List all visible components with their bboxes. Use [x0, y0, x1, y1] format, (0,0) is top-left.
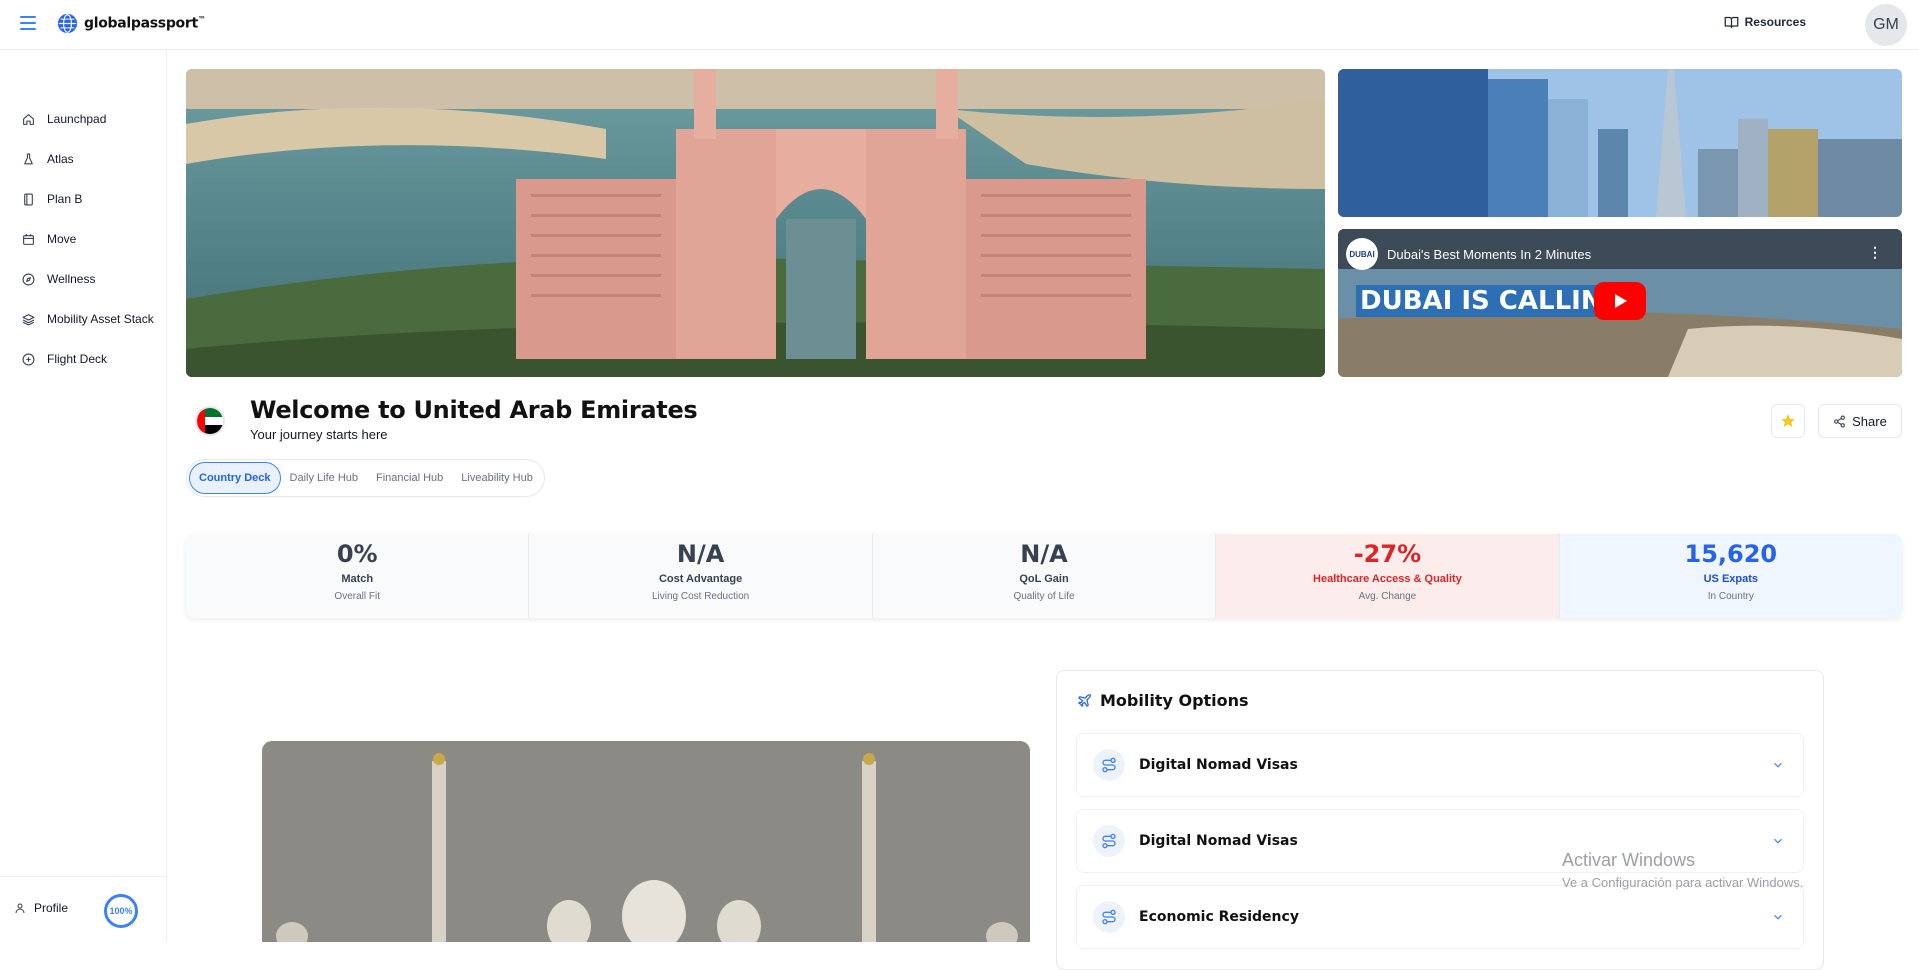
stat-value: N/A — [1020, 540, 1068, 568]
chevron-down-icon[interactable] — [1771, 758, 1785, 772]
uae-flag-icon — [195, 406, 225, 436]
mobility-header: Mobility Options — [1077, 691, 1249, 710]
sidebar-item-label: Wellness — [47, 272, 96, 286]
sidebar-item-flight-deck[interactable]: Flight Deck — [0, 345, 166, 373]
sidebar-footer: Profile 100% — [0, 876, 166, 942]
stat-label: Cost Advantage — [658, 573, 743, 585]
stat-value: -27% — [1353, 540, 1422, 568]
user-icon — [15, 903, 25, 914]
stats-strip: 0% Match Overall Fit N/A Cost Advantage … — [186, 534, 1902, 618]
stat-value: 0% — [336, 540, 378, 568]
play-icon — [1615, 294, 1627, 308]
stat-qol-gain: N/A QoL Gain Quality of Life — [872, 534, 1217, 618]
route-icon — [1093, 825, 1125, 857]
tab-liveability-hub[interactable]: Liveability Hub — [452, 462, 542, 494]
sidebar-item-label: Mobility Asset Stack — [47, 312, 154, 326]
page-subtitle: Your journey starts here — [250, 427, 388, 442]
video-embed[interactable]: DUBAI Dubai's Best Moments In 2 Minutes … — [1338, 229, 1902, 377]
option-label: Digital Nomad Visas — [1139, 757, 1298, 773]
tab-financial-hub[interactable]: Financial Hub — [367, 462, 452, 494]
share-icon — [1834, 415, 1846, 427]
stat-sub: Overall Fit — [334, 591, 380, 602]
sidebar-item-label: Move — [47, 232, 77, 246]
option-label: Digital Nomad Visas — [1139, 833, 1298, 849]
chevron-down-icon[interactable] — [1771, 834, 1785, 848]
profile-link[interactable]: Profile — [14, 901, 68, 915]
windows-activation-watermark: Activar Windows Ve a Configuración para … — [1562, 850, 1803, 890]
sidebar-item-wellness[interactable]: Wellness — [0, 265, 166, 293]
mobility-option[interactable]: Economic Residency — [1076, 885, 1804, 949]
logo-text: globalpassport™ — [84, 15, 206, 32]
mosque-image — [262, 741, 1030, 942]
calendar-icon — [23, 233, 34, 245]
avatar[interactable]: GM — [1865, 4, 1907, 46]
profile-progress-ring: 100% — [104, 894, 138, 928]
resources-button[interactable]: Resources — [1724, 15, 1806, 29]
sidebar-item-atlas[interactable]: Atlas — [0, 145, 166, 173]
plus-circle-icon — [22, 353, 35, 365]
star-icon — [1781, 414, 1795, 427]
favorite-button[interactable] — [1771, 404, 1805, 438]
tab-country-deck[interactable]: Country Deck — [189, 462, 281, 494]
top-bar: globalpassport™ Resources GM — [0, 0, 1919, 50]
sidebar-item-mobility-asset-stack[interactable]: Mobility Asset Stack — [0, 305, 166, 333]
mobility-title: Mobility Options — [1100, 691, 1249, 710]
stat-sub: Living Cost Reduction — [651, 591, 750, 602]
video-title[interactable]: Dubai's Best Moments In 2 Minutes — [1387, 247, 1591, 262]
hero-image — [186, 69, 1325, 377]
globe-logo-icon — [57, 13, 78, 34]
watermark-title: Activar Windows — [1562, 850, 1696, 870]
profile-label: Profile — [34, 901, 69, 915]
sidebar-item-launchpad[interactable]: Launchpad — [0, 105, 166, 133]
stat-value: N/A — [676, 540, 725, 568]
stat-label: Match — [341, 573, 374, 585]
stat-sub: Quality of Life — [1013, 591, 1075, 602]
menu-icon[interactable] — [20, 16, 36, 30]
stat-match: 0% Match Overall Fit — [186, 534, 530, 618]
stat-label: QoL Gain — [1019, 573, 1069, 585]
hub-tabs: Country Deck Daily Life Hub Financial Hu… — [186, 459, 545, 497]
sidebar-item-label: Plan B — [47, 192, 83, 206]
home-icon — [23, 113, 34, 125]
stat-label: Healthcare Access & Quality — [1313, 573, 1462, 585]
resources-label: Resources — [1744, 15, 1806, 29]
stat-value: 15,620 — [1684, 540, 1778, 568]
compass-icon — [22, 273, 35, 285]
video-banner-text: DUBAI IS CALLIN — [1356, 285, 1607, 317]
plane-icon — [1078, 694, 1091, 707]
sidebar-item-label: Flight Deck — [47, 352, 108, 366]
stat-us-expats: 15,620 US Expats In Country — [1559, 534, 1902, 618]
share-label: Share — [1852, 413, 1887, 429]
sidebar-item-label: Atlas — [47, 152, 74, 166]
stat-sub: Avg. Change — [1358, 591, 1417, 602]
sidebar-item-plan-b[interactable]: Plan B — [0, 185, 166, 213]
channel-avatar[interactable]: DUBAI — [1346, 238, 1378, 270]
sidebar-item-label: Launchpad — [47, 112, 107, 126]
stat-cost-advantage: N/A Cost Advantage Living Cost Reduction — [529, 534, 873, 618]
sidebar-item-move[interactable]: Move — [0, 225, 166, 253]
share-button[interactable]: Share — [1818, 404, 1902, 438]
tab-daily-life-hub[interactable]: Daily Life Hub — [281, 462, 367, 494]
app-logo[interactable]: globalpassport™ — [57, 13, 206, 34]
chevron-down-icon[interactable] — [1771, 910, 1785, 924]
mobility-option[interactable]: Digital Nomad Visas — [1076, 733, 1804, 797]
watermark-subtitle: Ve a Configuración para activar Windows. — [1562, 875, 1804, 890]
book-open-icon — [1724, 16, 1738, 28]
skyline-image — [1338, 69, 1902, 217]
route-icon — [1093, 749, 1125, 781]
stat-healthcare: -27% Healthcare Access & Quality Avg. Ch… — [1216, 534, 1560, 618]
mobility-options-card: Mobility Options Digital Nomad Visas Dig… — [1056, 670, 1824, 970]
stat-sub: In Country — [1707, 591, 1754, 602]
sidebar: Launchpad Atlas Plan B Move Wellness Mob… — [0, 50, 167, 942]
route-icon — [1093, 901, 1125, 933]
page-title: Welcome to United Arab Emirates — [250, 396, 698, 424]
play-button[interactable] — [1594, 282, 1646, 320]
flask-icon — [24, 153, 33, 164]
layers-icon — [22, 313, 35, 325]
book-icon — [24, 193, 33, 205]
more-options-icon[interactable]: ⋮ — [1868, 245, 1882, 259]
stat-label: US Expats — [1703, 573, 1759, 585]
option-label: Economic Residency — [1139, 909, 1299, 925]
